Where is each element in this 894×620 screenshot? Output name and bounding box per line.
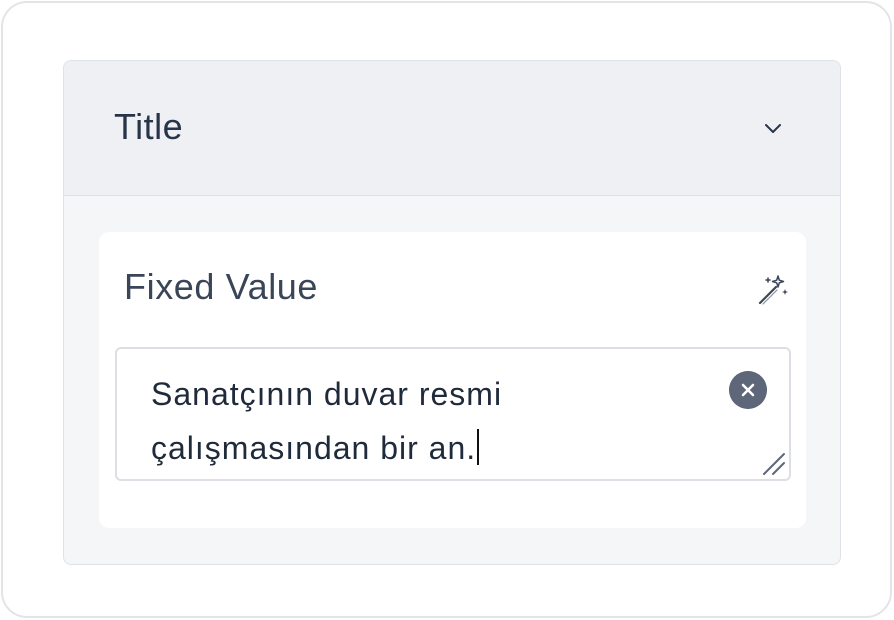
fixed-value-textarea[interactable]: Sanatçının duvar resmi çalışmasından bir… xyxy=(115,347,791,481)
field-card: Fixed Value Sanatçının duvar resmi çalış… xyxy=(99,232,806,528)
collapsible-panel: Title Fixed Value Sanatçının duvar resmi… xyxy=(63,60,841,565)
field-label: Fixed Value xyxy=(124,266,319,307)
close-circle-icon[interactable] xyxy=(729,371,767,409)
magic-wand-icon[interactable] xyxy=(754,272,790,308)
chevron-down-icon[interactable] xyxy=(762,117,784,139)
panel-title: Title xyxy=(114,106,184,147)
textarea-value[interactable]: Sanatçının duvar resmi çalışmasından bir… xyxy=(151,367,711,475)
panel-header[interactable]: Title xyxy=(64,61,840,196)
resize-handle-icon[interactable] xyxy=(760,450,786,476)
text-caret xyxy=(477,429,480,465)
textarea-value-text: Sanatçının duvar resmi çalışmasından bir… xyxy=(151,376,503,466)
window-frame: Title Fixed Value Sanatçının duvar resmi… xyxy=(1,1,892,618)
